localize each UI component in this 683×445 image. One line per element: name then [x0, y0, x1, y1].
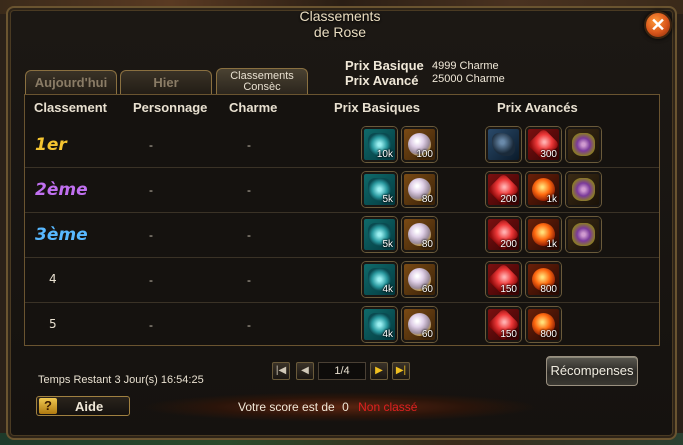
rank-status: Non classé	[358, 400, 418, 414]
wing-icon[interactable]: 5k	[362, 172, 397, 207]
reward-quantity: 1k	[546, 194, 557, 205]
help-button[interactable]: ? Aide	[36, 396, 130, 416]
rank-label: 1er	[35, 135, 67, 155]
reward-quantity: 200	[500, 239, 517, 250]
score-value: 0	[342, 400, 349, 414]
fire-orb-icon[interactable]: 800	[526, 307, 561, 342]
reward-quantity: 5k	[382, 194, 393, 205]
score-label: Votre score est de	[238, 400, 335, 414]
red-crystal-icon[interactable]: 150	[486, 262, 521, 297]
pearl-icon[interactable]: 80	[402, 172, 437, 207]
pearl-icon[interactable]: 60	[402, 262, 437, 297]
reward-quantity: 4k	[382, 284, 393, 295]
window-title: Classements de Rose	[260, 8, 420, 40]
pearl-icon[interactable]: 100	[402, 127, 437, 162]
rank-label: 2ème	[35, 180, 88, 200]
character-name: -	[149, 183, 153, 197]
reward-quantity: 200	[500, 194, 517, 205]
time-remaining: Temps Restant 3 Jour(s) 16:54:25	[38, 374, 204, 386]
score-display: Votre score est de 0 Non classé	[238, 400, 417, 414]
reward-quantity: 800	[540, 284, 557, 295]
rune-orb-icon[interactable]	[566, 217, 601, 252]
reward-quantity: 60	[421, 329, 433, 340]
title-line-1: Classements	[299, 8, 381, 24]
horse-mount-icon[interactable]	[486, 127, 521, 162]
rune-orb-icon[interactable]	[566, 172, 601, 207]
reward-quantity: 100	[416, 149, 433, 160]
table-row: 5 - - 4k 60 150 800	[25, 303, 659, 348]
table-row: 1er - - 10k 100 300	[25, 123, 659, 168]
charm-value: -	[247, 273, 251, 287]
character-name: -	[149, 228, 153, 242]
question-icon: ?	[39, 398, 57, 414]
wing-icon[interactable]: 10k	[362, 127, 397, 162]
character-name: -	[149, 318, 153, 332]
reward-quantity: 300	[540, 149, 557, 160]
reward-quantity: 800	[540, 329, 557, 340]
help-label: Aide	[75, 399, 104, 414]
header-character: Personnage	[133, 100, 208, 115]
header-advanced-prizes: Prix Avancés	[497, 100, 578, 115]
reward-quantity: 5k	[382, 239, 393, 250]
table-row: 2ème - - 5k 80 200 1k	[25, 168, 659, 213]
red-crystal-icon[interactable]: 150	[486, 307, 521, 342]
time-remaining-label: Temps Restant	[38, 374, 112, 386]
fire-orb-icon[interactable]: 1k	[526, 217, 561, 252]
reward-quantity: 150	[500, 329, 517, 340]
advanced-prize-value: 25000 Charme	[432, 73, 505, 85]
title-line-2: de Rose	[313, 24, 367, 40]
time-remaining-value: 3 Jour(s) 16:54:25	[114, 374, 204, 386]
reward-quantity: 4k	[382, 329, 393, 340]
wing-icon[interactable]: 4k	[362, 262, 397, 297]
basic-prize-value: 4999 Charme	[432, 60, 499, 72]
charm-value: -	[247, 318, 251, 332]
reward-quantity: 80	[421, 194, 433, 205]
table-row: 3ème - - 5k 80 200 1k	[25, 213, 659, 258]
reward-quantity: 60	[421, 284, 433, 295]
next-page-button[interactable]: ▶	[370, 362, 388, 380]
page-indicator: 1/4	[318, 362, 366, 380]
reward-quantity: 1k	[546, 239, 557, 250]
tab-today[interactable]: Aujourd'hui	[25, 70, 117, 95]
table-row: 4 - - 4k 60 150 800	[25, 258, 659, 303]
rank-label: 4	[49, 272, 57, 286]
last-page-button[interactable]: ▶|	[392, 362, 410, 380]
pearl-icon[interactable]: 80	[402, 217, 437, 252]
tab-consecutive-rankings[interactable]: Classements Consèc	[216, 68, 308, 95]
basic-prize-label: Prix Basique	[345, 58, 424, 73]
first-page-button[interactable]: |◀	[272, 362, 290, 380]
rank-label: 5	[49, 317, 57, 331]
rank-label: 3ème	[35, 225, 88, 245]
wing-icon[interactable]: 4k	[362, 307, 397, 342]
header-basic-prizes: Prix Basiques	[334, 100, 420, 115]
reward-quantity: 80	[421, 239, 433, 250]
character-name: -	[149, 273, 153, 287]
rune-orb-icon[interactable]	[566, 127, 601, 162]
fire-orb-icon[interactable]: 1k	[526, 172, 561, 207]
red-crystal-icon[interactable]: 300	[526, 127, 561, 162]
advanced-prize-label: Prix Avancé	[345, 73, 419, 88]
red-crystal-icon[interactable]: 200	[486, 172, 521, 207]
tab-label-line-2: Consèc	[243, 81, 281, 93]
wing-icon[interactable]: 5k	[362, 217, 397, 252]
pearl-icon[interactable]: 60	[402, 307, 437, 342]
rewards-button[interactable]: Récompenses	[546, 356, 638, 386]
charm-value: -	[247, 228, 251, 242]
character-name: -	[149, 138, 153, 152]
fire-orb-icon[interactable]: 800	[526, 262, 561, 297]
tab-yesterday[interactable]: Hier	[120, 70, 212, 95]
reward-quantity: 10k	[376, 149, 393, 160]
header-rank: Classement	[34, 100, 107, 115]
charm-value: -	[247, 138, 251, 152]
close-icon[interactable]: ✕	[644, 11, 672, 39]
reward-quantity: 150	[500, 284, 517, 295]
prev-page-button[interactable]: ◀	[296, 362, 314, 380]
red-crystal-icon[interactable]: 200	[486, 217, 521, 252]
charm-value: -	[247, 183, 251, 197]
header-charm: Charme	[229, 100, 278, 115]
